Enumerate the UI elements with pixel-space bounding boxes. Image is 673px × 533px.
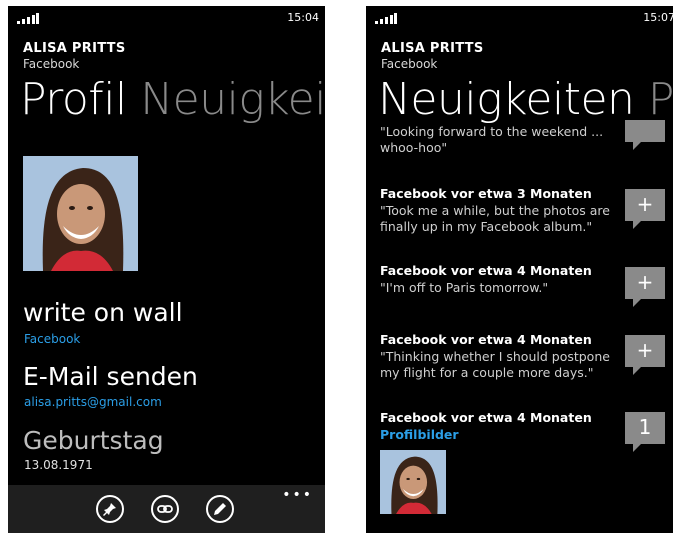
feed-item-header: Facebook vor etwa 4 Monaten: [380, 410, 592, 425]
profile-photo: [23, 156, 138, 271]
feed-item-text: "Looking forward to the weekend ... whoo…: [380, 124, 604, 155]
write-on-wall-link[interactable]: write on wall: [23, 298, 183, 327]
contact-name: ALISA PRITTS: [23, 41, 126, 56]
birthday-value: 13.08.1971: [24, 458, 93, 472]
app-bar: •••: [8, 485, 325, 533]
comment-bubble-icon[interactable]: +: [625, 335, 665, 375]
birthday-label: Geburtstag: [23, 426, 164, 455]
clock: 15:07: [643, 11, 673, 24]
send-email-link[interactable]: E-Mail senden: [23, 362, 198, 391]
feed-item-header: Facebook vor etwa 3 Monaten: [380, 186, 592, 201]
feed-item-text: "Took me a while, but the photos are fin…: [380, 203, 610, 234]
pivot-header: Profil Neuigkeit: [20, 74, 325, 125]
network-label: Facebook: [381, 57, 438, 71]
pivot-tab-profile[interactable]: Profil: [20, 74, 127, 125]
feed-item[interactable]: Facebook vor etwa 3 Monaten "Took me a w…: [380, 186, 610, 235]
pivot-tab-news[interactable]: Neuigkeiten: [378, 74, 635, 125]
feed-item[interactable]: Facebook vor etwa 4 Monaten "Thinking wh…: [380, 332, 610, 381]
pivot-header: Neuigkeiten Pr: [378, 74, 673, 125]
feed-item-header: Facebook vor etwa 4 Monaten: [380, 332, 592, 347]
edit-icon[interactable]: [206, 495, 234, 523]
profile-screen: 15:04 ALISA PRITTS Facebook Profil Neuig…: [8, 6, 325, 533]
comment-bubble-icon[interactable]: +: [625, 267, 665, 307]
contact-name: ALISA PRITTS: [381, 41, 484, 56]
more-options-button[interactable]: •••: [282, 487, 313, 503]
email-address[interactable]: alisa.pritts@gmail.com: [24, 395, 162, 409]
network-label: Facebook: [23, 57, 80, 71]
comment-bubble-icon[interactable]: +: [625, 189, 665, 229]
pin-icon[interactable]: [96, 495, 124, 523]
feed-item[interactable]: Facebook vor etwa 4 Monaten Profilbilder: [380, 410, 592, 442]
feed-item-text: "I'm off to Paris tomorrow.": [380, 280, 549, 295]
pivot-tab-profile[interactable]: Pr: [648, 74, 673, 125]
link-icon[interactable]: [151, 495, 179, 523]
pivot-tab-news[interactable]: Neuigkeit: [140, 74, 325, 125]
profile-picture-thumbnail[interactable]: [380, 450, 446, 514]
signal-strength-icon: [375, 13, 397, 24]
news-screen: 15:07 ALISA PRITTS Facebook "Looking for…: [366, 6, 673, 533]
feed-item-header: Facebook vor etwa 4 Monaten: [380, 263, 592, 278]
feed-item[interactable]: Facebook vor etwa 4 Monaten "I'm off to …: [380, 263, 592, 296]
feed-item-text: "Thinking whether I should postpone my f…: [380, 349, 610, 380]
comment-count-badge[interactable]: 1: [625, 412, 665, 452]
clock: 15:04: [287, 11, 319, 24]
signal-strength-icon: [17, 13, 39, 24]
profile-pictures-link[interactable]: Profilbilder: [380, 427, 592, 442]
write-on-wall-sub: Facebook: [24, 332, 81, 346]
